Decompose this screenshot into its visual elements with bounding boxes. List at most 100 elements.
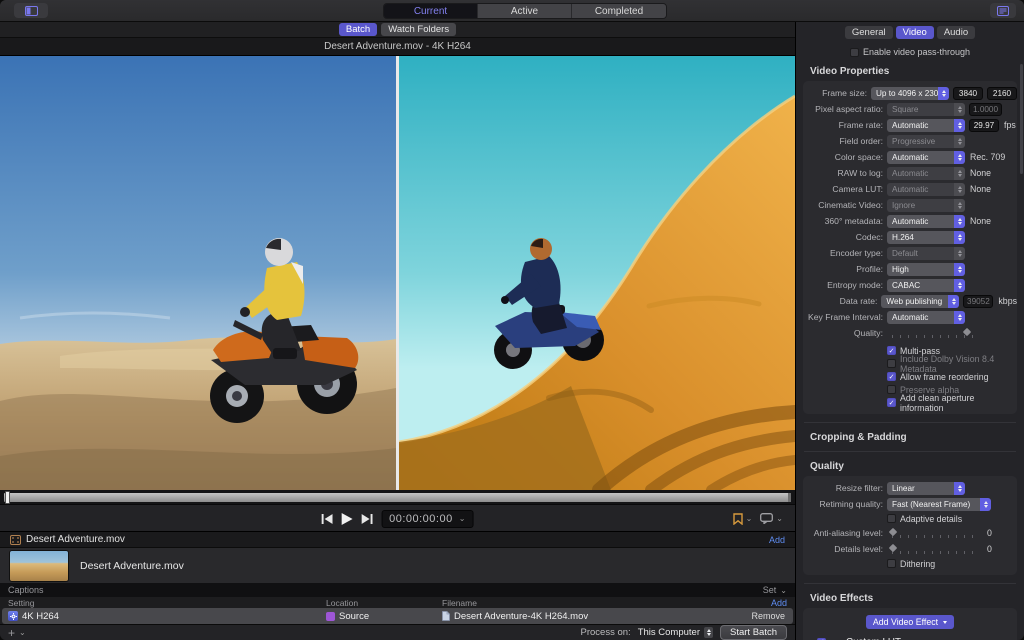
data-rate-row: Data rate: Web publishing 39052 kbps (803, 293, 1017, 309)
details-level-label: Details level: (834, 544, 883, 554)
encoder-type-popup[interactable]: Default (887, 246, 965, 260)
start-batch-button[interactable]: Start Batch (720, 625, 787, 640)
frame-size-popup[interactable]: Up to 4096 x 2304 (871, 86, 949, 100)
play-button[interactable] (341, 512, 353, 525)
quality-panel: Resize filter: Linear Retiming quality: Fas… (803, 476, 1017, 575)
frame-rate-value-1: fps (1004, 120, 1016, 130)
adaptive-details-row: Adaptive details (803, 512, 1017, 525)
frame-reordering-checkbox[interactable]: ✓ (887, 372, 896, 381)
profile-popup[interactable]: High (887, 262, 965, 276)
raw-to-log-label: RAW to log: (837, 168, 883, 178)
cinematic-video-popup[interactable]: Ignore (887, 198, 965, 212)
entropy-mode-label: Entropy mode: (827, 280, 883, 290)
annotation-dropdown[interactable]: ⌄ (760, 513, 783, 524)
resize-filter-popup[interactable]: Linear (887, 481, 965, 495)
key-frame-interval-popup[interactable]: Automatic (887, 310, 965, 324)
video-properties-panel: Frame size: Up to 4096 x 2304 3840 2160 Pixe… (803, 81, 1017, 414)
inspector-tab-general[interactable]: General (844, 26, 893, 39)
inspector-toggle-button[interactable] (990, 3, 1016, 18)
dolby-vision-checkbox[interactable] (887, 359, 896, 368)
quality-slider[interactable] (890, 327, 982, 339)
view-tab-watch-folders[interactable]: Watch Folders (381, 23, 457, 36)
sidebar-icon (24, 5, 38, 16)
raw-to-log-row: RAW to log: Automatic None (803, 165, 1017, 181)
frame-rate-popup[interactable]: Automatic (887, 118, 965, 132)
field-order-popup[interactable]: Progressive (887, 134, 965, 148)
inspector-tab-audio[interactable]: Audio (936, 26, 976, 39)
remove-output-button[interactable]: Remove (751, 608, 785, 624)
details-level-value-0: 0 (987, 544, 992, 554)
data-rate-popup[interactable]: Web publishing (881, 294, 960, 308)
color-space-row: Color space: Automatic Rec. 709 (803, 149, 1017, 165)
timecode-display[interactable]: 00:00:00:00 ⌄ (381, 509, 474, 528)
source-media-row[interactable]: Desert Adventure.mov (0, 547, 795, 583)
marker-dropdown[interactable]: ⌄ (732, 512, 752, 525)
key-frame-interval-row: Key Frame Interval: Automatic (803, 309, 1017, 325)
camera-lut-popup[interactable]: Automatic (887, 182, 965, 196)
add-batch-dropdown[interactable]: + ⌄ (8, 627, 26, 639)
clean-aperture-checkbox[interactable]: ✓ (887, 398, 896, 407)
cinematic-video-popup-stepper-icon (954, 198, 965, 212)
set-label: Set (762, 585, 777, 595)
color-space-popup[interactable]: Automatic (887, 150, 965, 164)
status-tab-completed[interactable]: Completed (572, 4, 666, 18)
color-space-popup-value: Automatic (892, 152, 929, 162)
retiming-quality-label: Retiming quality: (819, 499, 883, 509)
status-tab-active[interactable]: Active (478, 4, 572, 18)
pixel-aspect-ratio-popup[interactable]: Square (887, 102, 965, 116)
video-preview (0, 56, 795, 490)
sidebar-toggle-button[interactable] (14, 3, 48, 18)
clean-aperture-row: ✓ Add clean aperture information (803, 393, 1017, 413)
add-job-link[interactable]: Add (769, 535, 785, 545)
status-tab-current[interactable]: Current (384, 4, 478, 18)
pass-through-checkbox[interactable] (849, 47, 859, 57)
next-frame-button[interactable] (361, 513, 373, 524)
add-video-effect-button[interactable]: Add Video Effect (865, 615, 955, 629)
bookmark-icon (732, 512, 743, 525)
previous-frame-button[interactable] (321, 513, 333, 524)
output-setting-row[interactable]: 4K H264 Source Desert Adventure-4K H264.… (2, 608, 793, 624)
key-frame-interval-popup-stepper-icon (954, 310, 965, 324)
inspector-tab-video[interactable]: Video (895, 26, 934, 39)
field-order-row: Field order: Progressive (803, 133, 1017, 149)
add-output-link[interactable]: Add (771, 598, 787, 608)
clean-aperture-checkbox-label: Add clean aperture information (900, 392, 975, 413)
raw-to-log-popup[interactable]: Automatic (887, 166, 965, 180)
entropy-mode-popup[interactable]: CABAC (887, 278, 965, 292)
inspector-scrollbar[interactable] (1020, 64, 1023, 174)
frame-size-field-0[interactable]: 3840 (953, 86, 983, 100)
dithering-checkbox[interactable] (887, 559, 896, 568)
pixel-aspect-ratio-field-0[interactable]: 1.0000 (969, 102, 1003, 116)
scrubber-track[interactable] (4, 490, 791, 504)
adaptive-details-checkbox[interactable] (887, 514, 896, 523)
dolby-vision-checkbox-label: Include Dolby Vision 8.4 Metadata (900, 353, 995, 374)
details-level-slider-ticks (892, 551, 976, 554)
anti-aliasing-value-0: 0 (987, 528, 992, 538)
section-title-video-effects: Video Effects (810, 593, 874, 604)
anti-aliasing-slider[interactable] (888, 527, 982, 539)
profile-popup-stepper-icon (954, 262, 965, 276)
codec-popup[interactable]: H.264 (887, 230, 965, 244)
column-filename: Filename (442, 598, 477, 608)
data-rate-field-0[interactable]: 39052 (963, 294, 994, 308)
chevron-down-icon: ⌄ (780, 585, 787, 595)
process-on-dropdown[interactable]: This Computer (638, 627, 713, 638)
multi-pass-checkbox[interactable]: ✓ (887, 346, 896, 355)
retiming-quality-popup[interactable]: Fast (Nearest Frame) (887, 497, 991, 511)
chevron-down-icon: ⌄ (458, 514, 466, 523)
preserve-alpha-checkbox[interactable] (887, 385, 896, 394)
view-tab-batch[interactable]: Batch (338, 23, 378, 36)
camera-lut-popup-value: Automatic (892, 184, 929, 194)
details-level-slider[interactable] (888, 543, 982, 555)
resize-filter-popup-value: Linear (892, 483, 915, 493)
frame-rate-field-0[interactable]: 29.97 (969, 118, 999, 132)
playhead[interactable] (5, 490, 10, 504)
metadata-360-popup-stepper-icon (954, 214, 965, 228)
frame-size-field-1[interactable]: 2160 (987, 86, 1017, 100)
frame-size-popup-value: Up to 4096 x 2304 (876, 88, 943, 98)
timeline-scrubber[interactable] (0, 490, 795, 504)
section-title-cropping: Cropping & Padding (810, 432, 907, 443)
metadata-360-popup[interactable]: Automatic (887, 214, 965, 228)
job-header-row[interactable]: Desert Adventure.mov Add (0, 531, 795, 547)
captions-set-dropdown[interactable]: Set ⌄ (763, 585, 787, 595)
